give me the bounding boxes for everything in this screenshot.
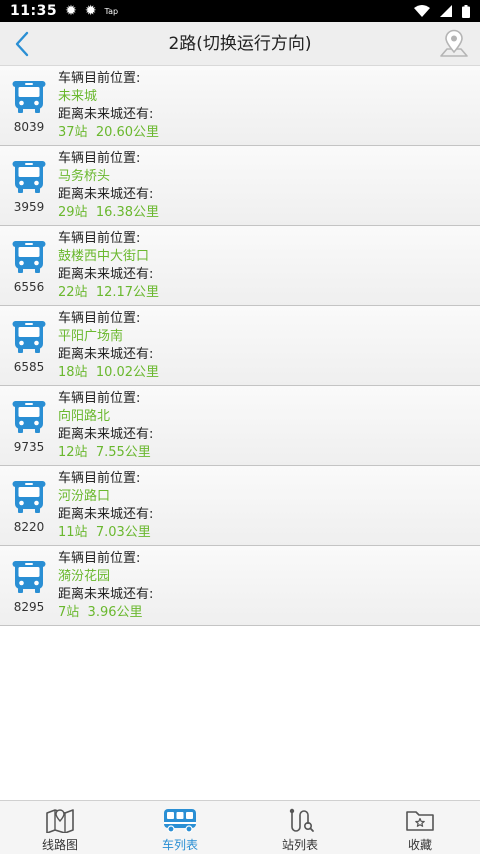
weather-icon: ✹ [84, 3, 97, 19]
position-label: 车辆目前位置: [58, 471, 141, 486]
distance-remaining: 7.03公里 [95, 525, 151, 540]
bus-list: 8039 车辆目前位置: 未来城 距离未来城还有: 37站 20.60公里 39… [0, 66, 480, 626]
position-label: 车辆目前位置: [58, 311, 141, 326]
bus-row[interactable]: 3959 车辆目前位置: 马务桥头 距离未来城还有: 29站 16.38公里 [0, 146, 480, 226]
tab-label: 站列表 [281, 838, 318, 852]
bus-icon [12, 561, 46, 593]
tab-favorites[interactable]: 收藏 [360, 801, 480, 854]
bus-icon [12, 81, 46, 113]
bottom-tab-bar: 线路图 车列表 站列表 收藏 [0, 800, 480, 854]
status-time: 11:35 [10, 3, 58, 19]
current-location: 未来城 [58, 89, 98, 104]
bus-row[interactable]: 9735 车辆目前位置: 向阳路北 距离未来城还有: 12站 7.55公里 [0, 386, 480, 466]
distance-label: 距离未来城还有: [58, 267, 154, 282]
stops-remaining: 11站 [58, 525, 88, 540]
tab-label: 收藏 [407, 838, 432, 852]
distance-label: 距离未来城还有: [58, 107, 154, 122]
bus-icon [12, 401, 46, 433]
status-tag: Tap [104, 6, 119, 16]
bus-number: 6556 [13, 280, 45, 294]
distance-label: 距离未来城还有: [58, 187, 154, 202]
bus-number: 8039 [13, 120, 45, 134]
distance-remaining: 3.96公里 [87, 605, 143, 620]
position-label: 车辆目前位置: [58, 231, 141, 246]
signal-icon [440, 5, 452, 17]
tab-station-list[interactable]: 站列表 [240, 801, 360, 854]
map-button[interactable] [436, 26, 472, 62]
bus-icon [12, 481, 46, 513]
bus-icon [12, 321, 46, 353]
bus-number: 3959 [13, 200, 45, 214]
bus-number: 8295 [13, 600, 45, 614]
battery-icon [462, 4, 470, 18]
bus-row[interactable]: 8295 车辆目前位置: 漪汾花园 距离未来城还有: 7站 3.96公里 [0, 546, 480, 626]
position-label: 车辆目前位置: [58, 71, 141, 86]
bus-row[interactable]: 8039 车辆目前位置: 未来城 距离未来城还有: 37站 20.60公里 [0, 66, 480, 146]
stops-remaining: 12站 [58, 445, 88, 460]
bus-number: 6585 [13, 360, 45, 374]
distance-remaining: 12.17公里 [95, 285, 160, 300]
distance-label: 距离未来城还有: [58, 427, 154, 442]
stops-remaining: 18站 [58, 365, 88, 380]
bus-icon [12, 241, 46, 273]
page-title: 2路(切换运行方向) [168, 34, 312, 54]
bus-number: 8220 [13, 520, 45, 534]
tab-route-map[interactable]: 线路图 [0, 801, 120, 854]
tab-label: 线路图 [41, 838, 78, 852]
favorites-folder-icon [406, 811, 434, 831]
bus-row[interactable]: 8220 车辆目前位置: 河汾路口 距离未来城还有: 11站 7.03公里 [0, 466, 480, 546]
bus-icon [12, 161, 46, 193]
distance-label: 距离未来城还有: [58, 347, 154, 362]
bus-row[interactable]: 6585 车辆目前位置: 平阳广场南 距离未来城还有: 18站 10.02公里 [0, 306, 480, 386]
tab-label: 车列表 [161, 838, 198, 852]
current-location: 鼓楼西中大街口 [58, 249, 150, 264]
distance-remaining: 16.38公里 [95, 205, 160, 220]
distance-remaining: 20.60公里 [95, 125, 160, 140]
distance-label: 距离未来城还有: [58, 507, 154, 522]
back-chevron-icon [15, 31, 29, 57]
back-button[interactable] [6, 28, 38, 60]
stops-remaining: 37站 [58, 125, 88, 140]
stops-remaining: 7站 [58, 605, 80, 620]
distance-remaining: 7.55公里 [95, 445, 151, 460]
status-bar: 11:35 ✹ ✹ Tap [0, 0, 480, 22]
current-location: 马务桥头 [58, 169, 111, 184]
bus-row[interactable]: 6556 车辆目前位置: 鼓楼西中大街口 距离未来城还有: 22站 12.17公… [0, 226, 480, 306]
map-pin-icon [440, 29, 468, 57]
current-location: 漪汾花园 [58, 569, 111, 584]
distance-label: 距离未来城还有: [58, 587, 154, 602]
position-label: 车辆目前位置: [58, 391, 141, 406]
position-label: 车辆目前位置: [58, 551, 141, 566]
tab-bus-list[interactable]: 车列表 [120, 801, 240, 854]
station-list-icon [289, 808, 314, 832]
current-location: 河汾路口 [58, 489, 111, 504]
stops-remaining: 22站 [58, 285, 88, 300]
header: 2路(切换运行方向) [0, 22, 480, 66]
bus-icon [164, 809, 196, 833]
distance-remaining: 10.02公里 [95, 365, 160, 380]
current-location: 平阳广场南 [58, 329, 124, 344]
weather-icon: ✹ [65, 3, 77, 19]
current-location: 向阳路北 [58, 409, 111, 424]
bus-number: 9735 [13, 440, 45, 454]
stops-remaining: 29站 [58, 205, 88, 220]
route-map-icon [46, 809, 74, 833]
wifi-icon [414, 5, 430, 17]
position-label: 车辆目前位置: [58, 151, 141, 166]
